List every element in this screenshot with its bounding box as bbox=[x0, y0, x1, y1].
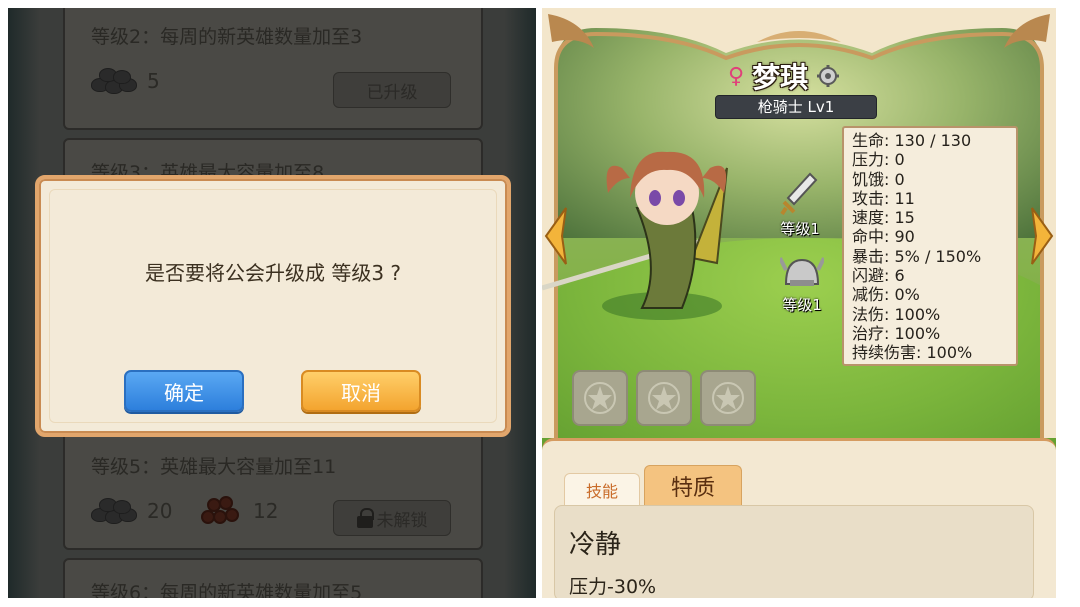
stat-hunger: 饥饿: 0 bbox=[852, 169, 905, 189]
confirm-button-label: 确定 bbox=[164, 380, 204, 405]
trait-card: 冷静 压力-30% bbox=[554, 505, 1034, 598]
prev-hero-arrow-icon[interactable] bbox=[542, 204, 570, 268]
empty-slot[interactable] bbox=[700, 370, 756, 426]
armor-level: 等级1 bbox=[782, 296, 822, 314]
lock-icon bbox=[356, 508, 374, 528]
level-card-5: 等级5：英雄最大容量加至11 20 12 未解锁 bbox=[63, 418, 483, 550]
tab-skill[interactable]: 技能 bbox=[564, 473, 640, 505]
stat-dot: 持续伤害: 100% bbox=[852, 343, 973, 363]
ore-amount: 20 bbox=[147, 499, 173, 523]
next-hero-arrow-icon[interactable] bbox=[1028, 204, 1056, 268]
helmet-icon bbox=[780, 257, 824, 286]
ore-icon bbox=[91, 498, 137, 524]
stat-damage-reduction: 减伤: 0% bbox=[852, 285, 920, 305]
level-title: 等级2：每周的新英雄数量加至3 bbox=[91, 26, 363, 48]
trait-description: 压力-30% bbox=[569, 576, 657, 598]
cancel-button[interactable]: 取消 bbox=[301, 370, 421, 412]
level-card-2: 等级2：每周的新英雄数量加至3 5 已升级 bbox=[63, 8, 483, 130]
stat-attack: 攻击: 11 bbox=[852, 188, 915, 208]
stat-crit: 暴击: 5% / 150% bbox=[852, 246, 982, 266]
cancel-button-label: 取消 bbox=[341, 380, 381, 405]
stat-healing: 治疗: 100% bbox=[852, 323, 941, 343]
stat-accuracy: 命中: 90 bbox=[852, 227, 915, 247]
ore-cost: 20 bbox=[91, 498, 172, 524]
trait-panel: 技能 特质 冷静 压力-30% bbox=[542, 438, 1056, 598]
armor-slot[interactable]: 等级1 bbox=[780, 254, 824, 315]
dialog-message: 是否要将公会升级成 等级3 ? bbox=[144, 261, 402, 285]
hero-name: 梦琪 bbox=[752, 61, 809, 94]
weapon-slot[interactable]: 等级1 bbox=[780, 172, 820, 239]
ore-amount: 5 bbox=[147, 69, 160, 93]
level-title: 等级5：英雄最大容量加至11 bbox=[91, 456, 337, 478]
female-icon: ♀ bbox=[728, 63, 745, 89]
stat-stress: 压力: 0 bbox=[852, 150, 905, 170]
hero-sprite[interactable] bbox=[542, 138, 742, 328]
hero-detail-panel: ♀ 梦琪 枪骑士 Lv1 等级1 等级1 生命: 130 / 130 压力: 0… bbox=[542, 8, 1056, 598]
stat-dodge: 闪避: 6 bbox=[852, 266, 905, 286]
hero-name-row: ♀ 梦琪 bbox=[728, 56, 840, 96]
ore-cost: 5 bbox=[91, 68, 160, 94]
guild-upgrade-panel: 等级2：每周的新英雄数量加至3 5 已升级 等级3：英雄最大容量加至8 等级5：… bbox=[8, 8, 536, 598]
tab-skill-label: 技能 bbox=[585, 481, 618, 501]
sword-icon bbox=[780, 172, 818, 216]
stat-magic-damage: 法伤: 100% bbox=[852, 304, 941, 324]
empty-slot[interactable] bbox=[572, 370, 628, 426]
gear-icon[interactable] bbox=[816, 64, 840, 88]
trait-name: 冷静 bbox=[569, 530, 622, 560]
screenshot-root: 等级2：每周的新英雄数量加至3 5 已升级 等级3：英雄最大容量加至8 等级5：… bbox=[0, 0, 1080, 607]
hero-class-level: 枪骑士 Lv1 bbox=[715, 95, 877, 119]
tab-trait[interactable]: 特质 bbox=[644, 465, 742, 505]
skill-slots bbox=[572, 370, 756, 426]
confirm-dialog: 是否要将公会升级成 等级3 ? 确定 取消 bbox=[35, 175, 511, 437]
weapon-level: 等级1 bbox=[780, 220, 820, 238]
confirm-button[interactable]: 确定 bbox=[124, 370, 244, 412]
star-badge-icon bbox=[648, 382, 680, 414]
stat-hp: 生命: 130 / 130 bbox=[852, 131, 972, 150]
tab-trait-label: 特质 bbox=[670, 475, 715, 501]
upgraded-button-label: 已升级 bbox=[366, 82, 418, 103]
empty-slot[interactable] bbox=[636, 370, 692, 426]
wood-cost: 12 bbox=[201, 496, 278, 526]
wood-icon bbox=[201, 496, 243, 526]
stat-speed: 速度: 15 bbox=[852, 208, 915, 228]
level-card-6: 等级6：每周的新英雄数量加至5 bbox=[63, 558, 483, 598]
locked-button-label: 未解锁 bbox=[376, 510, 428, 531]
star-badge-icon bbox=[712, 382, 744, 414]
wood-amount: 12 bbox=[253, 499, 279, 523]
upgraded-button[interactable]: 已升级 bbox=[333, 72, 451, 108]
stats-panel: 生命: 130 / 130 压力: 0 饥饿: 0 攻击: 11 速度: 15 … bbox=[842, 126, 1018, 366]
star-badge-icon bbox=[584, 382, 616, 414]
level-title: 等级6：每周的新英雄数量加至5 bbox=[91, 582, 363, 598]
ore-icon bbox=[91, 68, 137, 94]
locked-button[interactable]: 未解锁 bbox=[333, 500, 451, 536]
